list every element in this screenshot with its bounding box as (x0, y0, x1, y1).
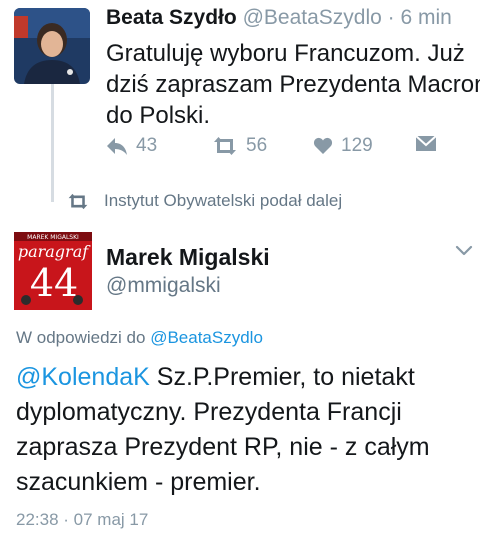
chevron-down-icon (455, 245, 473, 256)
tweet2-author-name[interactable]: Marek Migalski (106, 244, 270, 271)
avatar-marek-migalski[interactable]: MAREK MIGALSKI paragraf 44 (14, 232, 92, 310)
retweet-notice: Instytut Obywatelski podał dalej (66, 191, 342, 211)
tweet1-handle[interactable]: @BeataSzydlo (243, 6, 382, 29)
retweet-icon (68, 193, 88, 209)
heart-icon (313, 137, 333, 154)
retweet-icon (214, 137, 236, 155)
tweet1-separator: · (387, 6, 395, 29)
reply-to-handle-link[interactable]: @BeataSzydlo (150, 328, 263, 347)
reply-prefix: W odpowiedzi do (16, 328, 146, 347)
avatar-title: paragraf (18, 242, 91, 261)
avatar-number: 44 (30, 261, 78, 305)
tweet2-text-block: @KolendaK Sz.P.Premier, to nietakt dyplo… (16, 360, 471, 500)
like-count: 129 (341, 135, 373, 156)
reply-context: W odpowiedzi do @BeataSzydlo (16, 328, 263, 348)
tweet1-header: Beata Szydło @BeataSzydlo · 6 min (106, 6, 452, 30)
avatar-beata-szydlo[interactable] (14, 8, 90, 84)
like-button[interactable]: 129 (313, 135, 373, 157)
retweet-notice-text[interactable]: Instytut Obywatelski podał dalej (104, 191, 342, 211)
thread-connector-line (51, 84, 54, 202)
retweet-count: 56 (246, 135, 268, 156)
mention-link[interactable]: @KolendaK (16, 363, 150, 391)
tweet1-actions: 43 56 129 (106, 135, 446, 165)
tweet1-author-name[interactable]: Beata Szydło (106, 6, 237, 29)
envelope-icon (415, 135, 437, 151)
tweet2-handle[interactable]: @mmigalski (106, 274, 221, 298)
tweet2-timestamp[interactable]: 22:38 · 07 maj 17 (16, 510, 148, 530)
reply-button[interactable]: 43 (106, 135, 157, 157)
reply-icon (107, 138, 127, 155)
tweet1-time[interactable]: 6 min (400, 6, 451, 29)
direct-message-button[interactable] (415, 135, 437, 152)
tweet1-text: Gratuluję wyboru Francuzom. Już dziś zap… (106, 40, 480, 129)
retweet-button[interactable]: 56 (212, 135, 267, 157)
avatar-top-text: MAREK MIGALSKI (27, 234, 79, 241)
tweet-menu-button[interactable] (455, 244, 473, 262)
reply-count: 43 (136, 135, 158, 156)
